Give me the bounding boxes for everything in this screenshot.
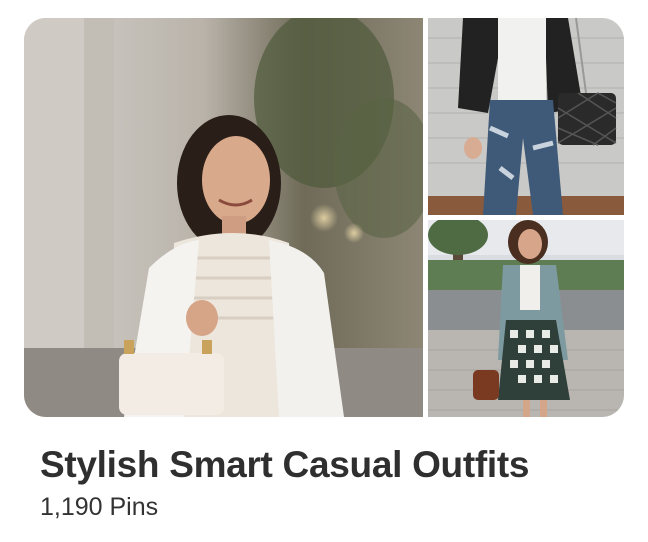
thumbnail-photo-top [428, 18, 624, 215]
cover-photo [24, 18, 423, 417]
board-title[interactable]: Stylish Smart Casual Outfits [40, 444, 529, 486]
board-card[interactable]: Stylish Smart Casual Outfits 1,190 Pins [0, 0, 648, 542]
thumbnail-photo-bottom [428, 220, 624, 417]
pin-count: 1,190 Pins [40, 493, 159, 521]
board-cover-collage[interactable] [24, 18, 624, 417]
